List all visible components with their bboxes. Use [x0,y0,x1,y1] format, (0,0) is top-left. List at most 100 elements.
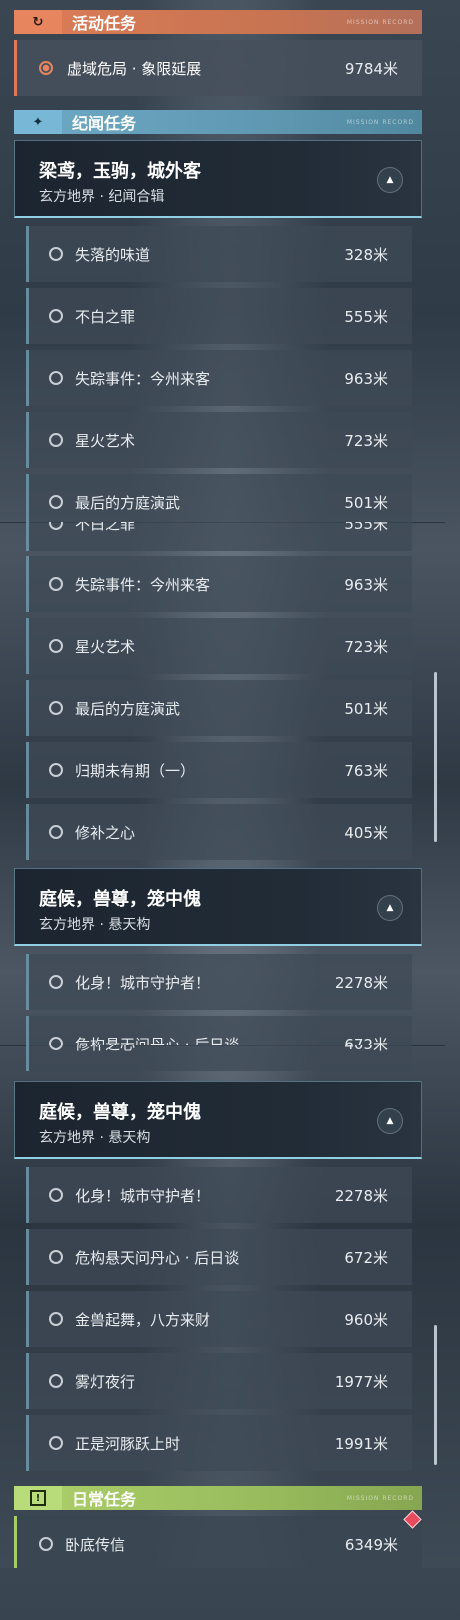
radio-icon [49,371,63,385]
decorative-text: MISSION RECORD [346,118,414,126]
radio-icon [49,309,63,323]
quest-list-view-2: 不白之罪 555米 失踪事件：今州来客 963米 星火艺术 723米 最后的方庭演武 5… [0,522,445,1045]
quest-list-view-3: 修补之心405米 庭候，兽尊，笼中傀 玄方地界 · 悬天构 ▲ 化身！城市守护者… [0,1045,445,1568]
radio-selected-icon [39,61,53,75]
quest-row[interactable]: 失落的味道 328米 [26,226,412,282]
quest-row[interactable]: 危构悬天问丹心 · 后日谈 672米 [26,1016,412,1045]
group-title: 梁鸢，玉驹，城外客 [39,161,201,182]
quest-name: 不白之罪 [75,307,136,326]
quest-row[interactable]: 不白之罪 555米 [26,288,412,344]
category-label: 日常任务 [72,1490,137,1509]
quest-name: 修补之心 [75,823,136,842]
quest-name: 星火艺术 [75,431,136,450]
group-subtitle: 玄方地界 · 悬天构 [39,1130,151,1146]
sparkle-icon: ✦ [14,110,62,134]
quest-row-daily[interactable]: 卧底传信 6349米 [14,1516,422,1568]
quest-distance: 6349米 [344,1535,398,1554]
quest-name: 化身！城市守护者！ [75,1186,211,1205]
radio-icon [49,577,63,591]
quest-row[interactable]: 化身！城市守护者！ 2278米 [26,1167,412,1223]
quest-row[interactable]: 修补之心405米 [26,1045,412,1071]
radio-icon [49,1045,63,1050]
quest-name: 修补之心 [75,1045,344,1054]
scrollbar-thumb[interactable] [434,672,437,842]
radio-icon [49,522,63,530]
quest-distance: 723米 [344,637,388,656]
quest-distance: 763米 [344,761,388,780]
quest-distance: 723米 [344,431,388,450]
quest-row[interactable]: 雾灯夜行 1977米 [26,1353,412,1409]
quest-name: 最后的方庭演武 [75,493,181,512]
quest-distance: 501米 [344,493,388,512]
quest-group-tinghou[interactable]: 庭候，兽尊，笼中傀 玄方地界 · 悬天构 ▲ [14,868,422,946]
quest-name: 危构悬天问丹心 · 后日谈 [75,1248,240,1267]
collapse-chevron-icon[interactable]: ▲ [377,895,403,921]
radio-icon [49,763,63,777]
radio-icon [49,975,63,989]
radio-icon [49,1037,63,1045]
group-title: 庭候，兽尊，笼中傀 [39,1102,201,1123]
collapse-chevron-icon[interactable]: ▲ [377,1108,403,1134]
quest-row[interactable]: 正是河豚跃上时 1991米 [26,1415,412,1471]
quest-distance: 672米 [344,1035,388,1046]
radio-icon [49,639,63,653]
category-header-daily[interactable]: ! 日常任务 MISSION RECORD [14,1486,422,1510]
quest-row[interactable]: 不白之罪 555米 [26,522,412,551]
radio-icon [49,825,63,839]
quest-row[interactable]: 星火艺术 723米 [26,618,412,674]
radio-icon [49,701,63,715]
category-header-activity[interactable]: ↻ 活动任务 MISSION RECORD [14,10,422,34]
quest-name: 失踪事件：今州来客 [75,369,211,388]
quest-row[interactable]: 金兽起舞，八方来财 960米 [26,1291,412,1347]
quest-distance: 501米 [344,699,388,718]
quest-row[interactable]: 化身！城市守护者！ 2278米 [26,954,412,1010]
quest-name: 虚域危局 · 象限延展 [67,59,202,78]
radio-icon [49,1436,63,1450]
quest-name: 最后的方庭演武 [75,699,181,718]
quest-row[interactable]: 失踪事件：今州来客 963米 [26,350,412,406]
category-label: 纪闻任务 [72,114,137,133]
quest-distance: 555米 [344,307,388,326]
quest-name: 金兽起舞，八方来财 [75,1310,211,1329]
quest-name: 星火艺术 [75,637,136,656]
radio-icon [39,1537,53,1551]
quest-distance: 963米 [344,369,388,388]
quest-distance: 555米 [344,522,388,533]
decorative-text: MISSION RECORD [346,1494,414,1502]
radio-icon [49,433,63,447]
quest-distance: 963米 [344,575,388,594]
quest-row[interactable]: 最后的方庭演武 501米 [26,680,412,736]
quest-distance: 405米 [344,1045,388,1054]
quest-row-active[interactable]: 虚域危局 · 象限延展 9784米 [14,40,422,96]
quest-distance: 1991米 [334,1434,388,1453]
radio-icon [49,1312,63,1326]
category-header-story[interactable]: ✦ 纪闻任务 MISSION RECORD [14,110,422,134]
collapse-chevron-icon[interactable]: ▲ [377,167,403,193]
quest-name: 正是河豚跃上时 [75,1434,181,1453]
quest-distance: 328米 [344,245,388,264]
quest-row[interactable]: 星火艺术 723米 [26,412,412,468]
quest-row[interactable]: 最后的方庭演武 501米 [26,474,412,522]
quest-name: 不白之罪 [75,522,136,533]
scrollbar-thumb[interactable] [434,1325,437,1465]
quest-distance: 2278米 [334,1186,388,1205]
group-subtitle: 玄方地界 · 纪闻合辑 [39,189,165,205]
quest-row[interactable]: 危构悬天问丹心 · 后日谈 672米 [26,1229,412,1285]
quest-name: 雾灯夜行 [75,1372,136,1391]
quest-distance: 405米 [344,823,388,842]
group-subtitle: 玄方地界 · 悬天构 [39,917,151,933]
quest-row[interactable]: 修补之心 405米 [26,804,412,860]
radio-icon [49,1374,63,1388]
quest-group-liangyuan[interactable]: 梁鸢，玉驹，城外客 玄方地界 · 纪闻合辑 ▲ [14,140,422,218]
decorative-text: MISSION RECORD [346,18,414,26]
quest-name: 化身！城市守护者！ [75,973,211,992]
quest-list-view-1: ↻ 活动任务 MISSION RECORD 虚域危局 · 象限延展 9784米 … [0,0,445,522]
radio-icon [49,247,63,261]
quest-name: 危构悬天问丹心 · 后日谈 [75,1035,240,1046]
quest-row[interactable]: 失踪事件：今州来客 963米 [26,556,412,612]
quest-distance: 1977米 [334,1372,388,1391]
quest-name: 归期未有期（一） [75,761,196,780]
quest-row[interactable]: 归期未有期（一） 763米 [26,742,412,798]
quest-group-tinghou[interactable]: 庭候，兽尊，笼中傀 玄方地界 · 悬天构 ▲ [14,1081,422,1159]
quest-distance: 672米 [344,1248,388,1267]
